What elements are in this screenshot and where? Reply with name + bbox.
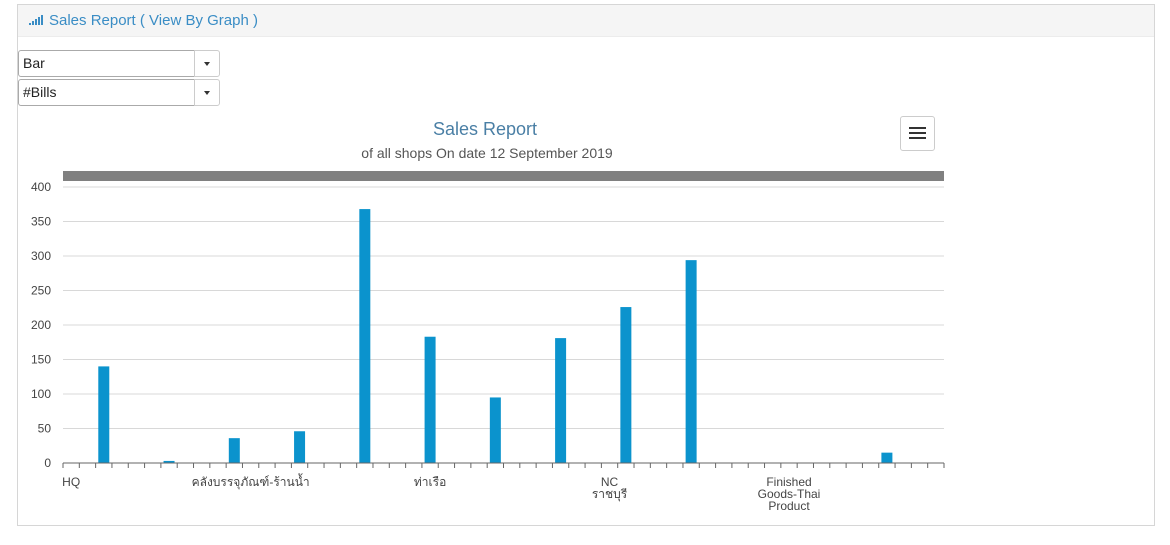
bar[interactable] xyxy=(555,338,567,463)
y-tick-label: 150 xyxy=(31,353,51,367)
bar-chart: Sales Report of all shops On date 12 Sep… xyxy=(31,119,945,513)
bar[interactable] xyxy=(881,452,893,463)
bar[interactable] xyxy=(489,397,501,463)
x-tick-label: Finished Goods-Thai Product xyxy=(758,475,821,513)
x-tick-label: คลังบรรจุภัณฑ์-ร้านน้ำ xyxy=(192,473,310,490)
y-tick-label: 300 xyxy=(31,249,51,263)
y-tick-label: 100 xyxy=(31,387,51,401)
x-tick-label: ท่าเรือ xyxy=(414,475,446,489)
y-tick-label: 0 xyxy=(44,456,51,470)
bar[interactable] xyxy=(620,307,632,463)
bar[interactable] xyxy=(685,260,697,463)
bar[interactable] xyxy=(98,366,110,463)
y-tick-label: 350 xyxy=(31,215,51,229)
y-tick-label: 250 xyxy=(31,284,51,298)
x-tick-label: HQ xyxy=(62,475,80,489)
bar[interactable] xyxy=(359,209,371,463)
bar[interactable] xyxy=(228,438,240,463)
bar[interactable] xyxy=(424,336,436,463)
y-tick-label: 50 xyxy=(38,422,52,436)
x-tick-label: NC ราชบุรี xyxy=(592,475,628,502)
chart-title: Sales Report xyxy=(433,119,537,139)
bar[interactable] xyxy=(294,431,306,463)
y-tick-label: 200 xyxy=(31,318,51,332)
y-tick-label: 400 xyxy=(31,180,51,194)
chart-scrollbar[interactable] xyxy=(63,171,944,181)
chart-subtitle: of all shops On date 12 September 2019 xyxy=(361,145,613,161)
